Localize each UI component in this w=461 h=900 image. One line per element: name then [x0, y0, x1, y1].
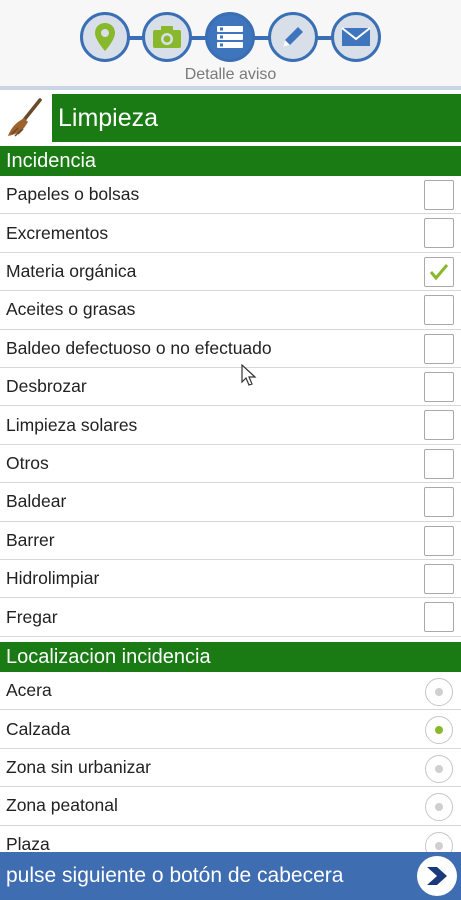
- localizacion-radio[interactable]: [425, 793, 453, 822]
- incidencia-row[interactable]: Papeles o bolsas: [0, 176, 461, 215]
- localizacion-label: Calzada: [6, 718, 71, 739]
- incidencia-row[interactable]: Limpieza solares: [0, 406, 461, 445]
- localizacion-row[interactable]: Zona sin urbanizar: [0, 749, 461, 788]
- incidencia-checkbox[interactable]: [424, 410, 454, 441]
- next-button[interactable]: [417, 856, 457, 896]
- incidencia-row[interactable]: Materia orgánica: [0, 253, 461, 292]
- step-caption: Detalle aviso: [184, 66, 277, 83]
- camera-icon: [153, 26, 181, 48]
- incidencia-checkbox[interactable]: [424, 218, 454, 249]
- step-navigation: Detalle aviso: [0, 0, 461, 86]
- incidencia-row[interactable]: Aceites o grasas: [0, 291, 461, 330]
- broom-icon: [8, 98, 42, 137]
- incidencia-row[interactable]: Otros: [0, 445, 461, 484]
- location-pin-icon: [95, 23, 115, 51]
- localizacion-label: Zona peatonal: [6, 795, 118, 816]
- checkmark-icon: [429, 263, 449, 281]
- incidencia-checkbox[interactable]: [424, 564, 454, 594]
- incidencia-row[interactable]: Desbrozar: [0, 368, 461, 407]
- incidencia-checkbox[interactable]: [424, 448, 454, 479]
- envelope-icon: [341, 27, 371, 46]
- localizacion-radio[interactable]: [425, 754, 453, 783]
- incidencia-checkbox[interactable]: [424, 180, 454, 210]
- step-camera-button[interactable]: [142, 12, 192, 62]
- incidencia-label: Baldeo defectuoso o no efectuado: [6, 337, 272, 358]
- incidencia-checkbox[interactable]: [424, 333, 454, 364]
- incidencia-row[interactable]: Fregar: [0, 598, 461, 637]
- category-title: Limpieza: [52, 94, 461, 142]
- incidencia-label: Excrementos: [6, 222, 109, 243]
- incidencia-checkbox[interactable]: [424, 602, 454, 633]
- incidencia-label: Papeles o bolsas: [6, 184, 140, 205]
- localizacion-label: Zona sin urbanizar: [6, 756, 151, 777]
- incidencia-checkbox[interactable]: [424, 487, 454, 518]
- list-icon: [217, 26, 243, 48]
- incidencia-row[interactable]: Baldear: [0, 483, 461, 522]
- incidencia-label: Aceites o grasas: [6, 299, 136, 320]
- radio-dot: [435, 764, 443, 773]
- step-send-button[interactable]: [331, 12, 381, 62]
- localizacion-label: Acera: [6, 680, 52, 701]
- incidencia-row[interactable]: Hidrolimpiar: [0, 560, 461, 599]
- incidencia-checkbox[interactable]: [424, 295, 454, 326]
- footer-hint: pulse siguiente o botón de cabecera: [6, 864, 344, 887]
- step-edit-button[interactable]: [268, 12, 318, 62]
- incidencia-row[interactable]: Baldeo defectuoso o no efectuado: [0, 330, 461, 368]
- incidencia-label: Baldear: [6, 491, 67, 512]
- radio-dot: [435, 841, 443, 850]
- pencil-icon: [283, 27, 303, 47]
- radio-dot: [435, 803, 443, 812]
- radio-dot: [435, 726, 443, 735]
- incidencia-checkbox[interactable]: [424, 525, 454, 556]
- localizacion-radio[interactable]: [425, 716, 453, 745]
- section-incidencia-heading: Incidencia: [0, 146, 461, 176]
- incidencia-label: Hidrolimpiar: [6, 568, 100, 589]
- incidencia-label: Limpieza solares: [6, 414, 138, 435]
- localizacion-row[interactable]: Acera: [0, 672, 461, 711]
- footer-bar: pulse siguiente o botón de cabecera: [0, 852, 461, 900]
- incidencia-label: Otros: [6, 452, 49, 473]
- incidencia-row[interactable]: Barrer: [0, 522, 461, 560]
- step-location-button[interactable]: [80, 12, 130, 62]
- category-header: Limpieza: [0, 94, 461, 142]
- incidencia-label: Fregar: [6, 606, 58, 627]
- incidencia-label: Desbrozar: [6, 376, 87, 397]
- incidencia-checkbox[interactable]: [424, 256, 454, 287]
- localizacion-radio[interactable]: [425, 678, 453, 706]
- section-localizacion-heading: Localizacion incidencia: [0, 642, 461, 672]
- category-icon-box: [0, 94, 52, 142]
- step-detail-button[interactable]: [205, 12, 255, 62]
- chevron-right-icon: [427, 867, 447, 885]
- incidencia-checkbox[interactable]: [424, 372, 454, 402]
- mouse-cursor-icon: [241, 364, 257, 386]
- header-divider: [0, 86, 461, 90]
- radio-dot: [435, 688, 443, 696]
- incidencia-label: Materia orgánica: [6, 260, 137, 281]
- localizacion-row[interactable]: Calzada: [0, 710, 461, 749]
- localizacion-row[interactable]: Zona peatonal: [0, 787, 461, 826]
- incidencia-row[interactable]: Excrementos: [0, 214, 461, 253]
- incidencia-label: Barrer: [6, 529, 55, 550]
